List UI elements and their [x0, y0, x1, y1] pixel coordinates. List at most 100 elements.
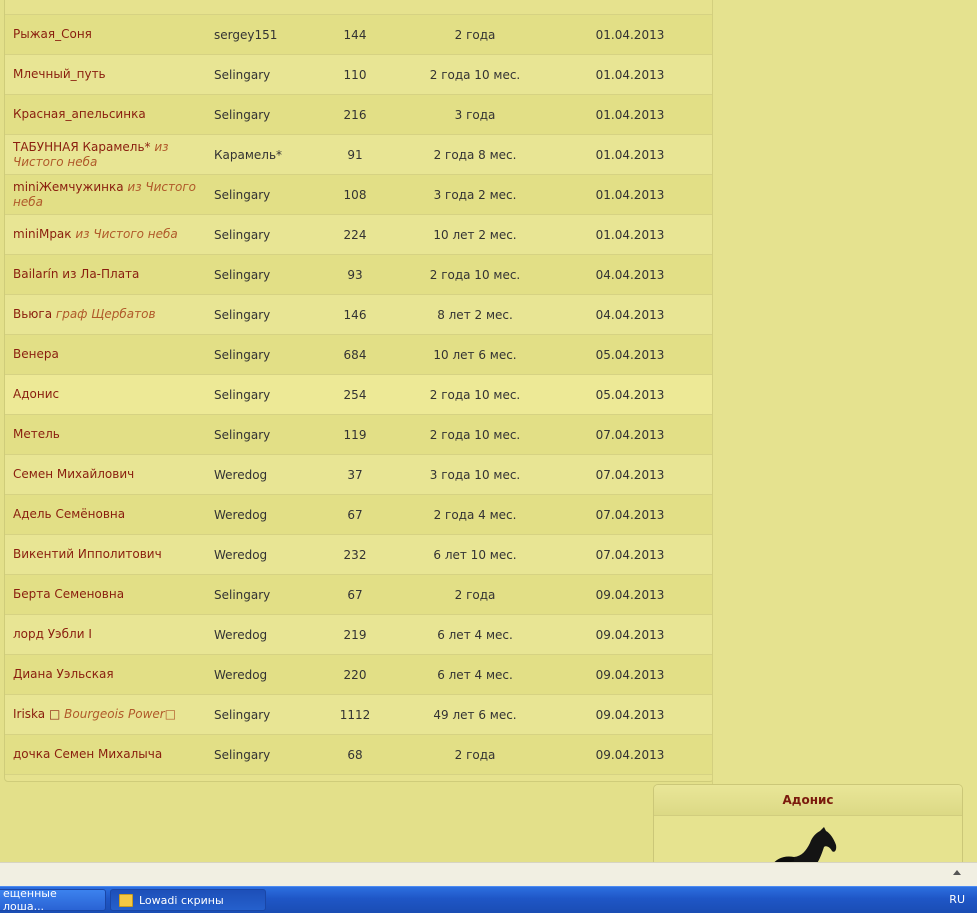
horse-age: 2 года 10 мес.: [429, 267, 521, 282]
horse-affix: из Чистого неба: [75, 227, 178, 241]
horse-name-link[interactable]: Рыжая_Соня: [13, 15, 203, 54]
arrival-date: 09.04.2013: [595, 667, 665, 682]
table-row[interactable]: Красная_апельсинка Selingary 216 3 года 01.0…: [5, 95, 713, 135]
horse-age: 2 года: [454, 587, 496, 602]
horse-name-link[interactable]: Млечный_путь: [13, 55, 203, 94]
horse-number: 108: [343, 187, 367, 202]
horse-name-link[interactable]: miniМрак из Чистого неба: [13, 215, 203, 254]
horse-name-link[interactable]: Bailarín из Ла-Плата: [13, 255, 203, 294]
table-row[interactable]: лорд Уэбли I Weredog 219 6 лет 4 мес. 09.04.…: [5, 615, 713, 655]
arrival-date: 05.04.2013: [595, 347, 665, 362]
table-row[interactable]: Iriska □ Bourgeois Power□ Selingary 1112 49…: [5, 695, 713, 735]
table-row[interactable]: Вьюга граф Щербатов Selingary 146 8 лет 2 м…: [5, 295, 713, 335]
owner-link[interactable]: Selingary: [214, 175, 314, 214]
owner-link[interactable]: Selingary: [214, 95, 314, 134]
owner-link[interactable]: Weredog: [214, 455, 314, 494]
horse-name-link[interactable]: Семен Михайлович: [13, 455, 203, 494]
owner-link[interactable]: Selingary: [214, 255, 314, 294]
horse-name-link[interactable]: Красная_апельсинка: [13, 95, 203, 134]
horse-age: 2 года: [454, 747, 496, 762]
horse-name-link[interactable]: Викентий Ипполитович: [13, 535, 203, 574]
owner-link[interactable]: Selingary: [214, 335, 314, 374]
owner-link[interactable]: Selingary: [214, 415, 314, 454]
owner-link[interactable]: Weredog: [214, 535, 314, 574]
horse-affix: граф Щербатов: [55, 307, 156, 321]
table-row[interactable]: Адель Семёновна Weredog 67 2 года 4 мес. 07.…: [5, 495, 713, 535]
horse-number: 224: [343, 227, 367, 242]
horse-name: Bailarín из Ла-Плата: [13, 267, 140, 281]
horses-table: Рыжая_Соня sergey151 144 2 года 01.04.2013 Мл…: [4, 0, 714, 782]
table-row[interactable]: Венера Selingary 684 10 лет 6 мес. 05.04.201…: [5, 335, 713, 375]
horse-age: 6 лет 4 мес.: [437, 667, 513, 682]
horse-name-link[interactable]: Диана Уэльская: [13, 655, 203, 694]
owner-link[interactable]: Selingary: [214, 735, 314, 774]
owner-link[interactable]: Weredog: [214, 615, 314, 654]
horse-name-link[interactable]: Метель: [13, 415, 203, 454]
owner-link[interactable]: Карамель*: [214, 135, 314, 174]
horse-name-link[interactable]: ТАБУННАЯ Карамель* из Чистого неба: [13, 135, 203, 174]
table-row[interactable]: Bailarín из Ла-Плата Selingary 93 2 года 10…: [5, 255, 713, 295]
table-row[interactable]: Диана Уэльская Weredog 220 6 лет 4 мес. 09.0…: [5, 655, 713, 695]
owner-link[interactable]: Selingary: [214, 295, 314, 334]
table-row[interactable]: Рыжая_Соня sergey151 144 2 года 01.04.2013: [5, 15, 713, 55]
arrival-date: 01.04.2013: [595, 227, 665, 242]
table-row[interactable]: Метель Selingary 119 2 года 10 мес. 07.04.20…: [5, 415, 713, 455]
language-indicator[interactable]: RU: [949, 893, 965, 906]
table-row[interactable]: miniЖемчужинка из Чистого неба Selingary 1…: [5, 175, 713, 215]
horse-name-link[interactable]: Вьюга граф Щербатов: [13, 295, 203, 334]
horse-age: 2 года: [454, 27, 496, 42]
horse-age: 2 года 10 мес.: [429, 427, 521, 442]
arrival-date: 09.04.2013: [595, 587, 665, 602]
horse-age: 2 года 10 мес.: [429, 387, 521, 402]
table-row[interactable]: Берта Семеновна Selingary 67 2 года 09.04.20…: [5, 575, 713, 615]
horizontal-scrollbar[interactable]: [0, 862, 977, 887]
table-body: Рыжая_Соня sergey151 144 2 года 01.04.2013 Мл…: [5, 15, 713, 775]
owner-link[interactable]: Weredog: [214, 495, 314, 534]
black-horse-icon[interactable]: [754, 825, 864, 866]
horse-name-link[interactable]: Iriska □ Bourgeois Power□: [13, 695, 203, 734]
horse-name-link[interactable]: Берта Семеновна: [13, 575, 203, 614]
horse-age: 2 года 4 мес.: [433, 507, 517, 522]
taskbar-item-horses[interactable]: ещенные лоша...: [0, 887, 106, 913]
scroll-up-icon[interactable]: [953, 870, 961, 875]
owner-link[interactable]: sergey151: [214, 15, 314, 54]
horse-number: 67: [347, 587, 363, 602]
horse-name: Адонис: [13, 387, 60, 401]
horse-name-link[interactable]: дочка Семен Михалыча: [13, 735, 203, 774]
horse-card-title[interactable]: Адонис: [654, 785, 962, 816]
horse-number: 91: [347, 147, 363, 162]
horse-name: Красная_апельсинка: [13, 107, 146, 121]
table-row[interactable]: Семен Михайлович Weredog 37 3 года 10 мес. 0…: [5, 455, 713, 495]
horse-name: Рыжая_Соня: [13, 27, 92, 41]
horse-name: Семен Михайлович: [13, 467, 135, 481]
horse-affix: Bourgeois Power□: [64, 707, 177, 721]
owner-link[interactable]: Selingary: [214, 575, 314, 614]
horse-name-link[interactable]: Адель Семёновна: [13, 495, 203, 534]
taskbar-item-lowadi-screens[interactable]: Lowadi скрины: [110, 889, 266, 911]
owner-link[interactable]: Selingary: [214, 55, 314, 94]
arrival-date: 09.04.2013: [595, 707, 665, 722]
horse-name-link[interactable]: miniЖемчужинка из Чистого неба: [13, 175, 203, 214]
horse-name-link[interactable]: лорд Уэбли I: [13, 615, 203, 654]
owner-link[interactable]: Selingary: [214, 375, 314, 414]
table-row[interactable]: Адонис Selingary 254 2 года 10 мес. 05.04.20…: [5, 375, 713, 415]
horse-number: 110: [343, 67, 367, 82]
horse-age: 3 года: [454, 107, 496, 122]
arrival-date: 01.04.2013: [595, 147, 665, 162]
horse-age: 6 лет 4 мес.: [437, 627, 513, 642]
table-row[interactable]: дочка Семен Михалыча Selingary 68 2 года 09.…: [5, 735, 713, 775]
arrival-date: 07.04.2013: [595, 467, 665, 482]
horse-name-link[interactable]: Венера: [13, 335, 203, 374]
owner-link[interactable]: Selingary: [214, 215, 314, 254]
owner-link[interactable]: Selingary: [214, 695, 314, 734]
horse-number: 684: [343, 347, 367, 362]
horse-number: 37: [347, 467, 363, 482]
owner-link[interactable]: Weredog: [214, 655, 314, 694]
horse-name: Метель: [13, 427, 60, 441]
horse-name-link[interactable]: Адонис: [13, 375, 203, 414]
table-row[interactable]: Викентий Ипполитович Weredog 232 6 лет 10 м…: [5, 535, 713, 575]
table-row[interactable]: Млечный_путь Selingary 110 2 года 10 мес. 01…: [5, 55, 713, 95]
table-top-strip: [5, 0, 713, 15]
table-row[interactable]: ТАБУННАЯ Карамель* из Чистого неба Караме…: [5, 135, 713, 175]
table-row[interactable]: miniМрак из Чистого неба Selingary 224 10 л…: [5, 215, 713, 255]
